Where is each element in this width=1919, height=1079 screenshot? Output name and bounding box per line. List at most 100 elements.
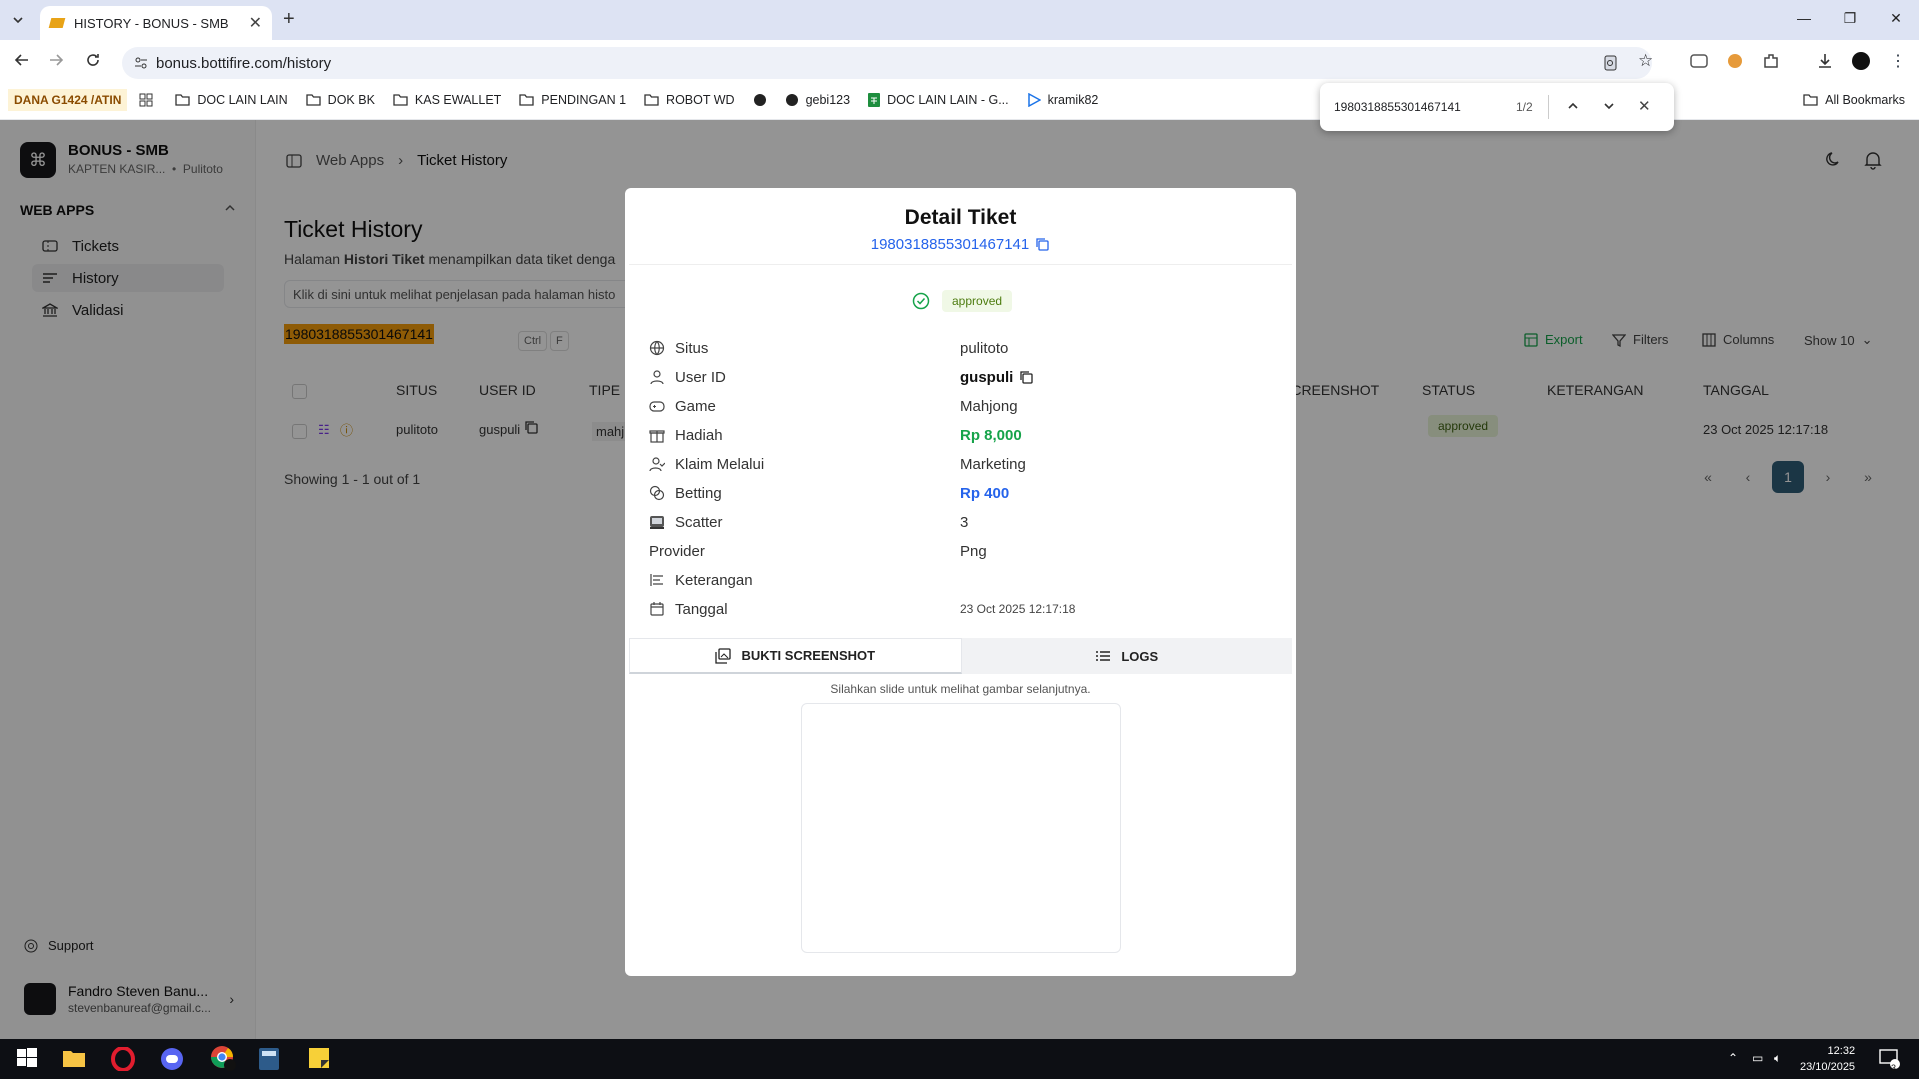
modal-header: Detail Tiket 1980318855301467141 [625, 206, 1296, 253]
globe-icon [785, 93, 798, 106]
chrome-icon[interactable] [210, 1045, 236, 1071]
window-controls: — ❐ ✕ [1781, 10, 1919, 27]
field-user-id-label: User ID [649, 367, 726, 387]
bookmark-doc-lain-lain-g[interactable]: DOC LAIN LAIN - G... [868, 92, 1009, 107]
favicon-icon [48, 18, 66, 28]
find-count: 1/2 [1516, 100, 1533, 114]
list-icon [1096, 651, 1111, 661]
find-next-icon[interactable] [1602, 99, 1616, 113]
ticket-detail-modal: Detail Tiket 1980318855301467141 approve… [625, 188, 1296, 976]
field-tanggal-value: 23 Oct 2025 12:17:18 [960, 602, 1076, 616]
site-info-icon[interactable] [134, 56, 148, 70]
minimize-icon[interactable]: — [1781, 10, 1827, 27]
tab-logs[interactable]: LOGS [962, 638, 1293, 674]
slot-machine-icon [650, 516, 664, 529]
field-situs-value: pulitoto [960, 339, 1009, 357]
window-close-icon[interactable]: ✕ [1873, 10, 1919, 27]
tab-search-icon[interactable] [10, 12, 26, 28]
bookmark-tag[interactable]: DANA G1424 /ATIN [8, 88, 128, 111]
screenshot-carousel[interactable] [801, 703, 1121, 953]
bookmark-kramik82[interactable]: kramik82 [1027, 92, 1098, 107]
status-row: approved [912, 290, 1013, 312]
discord-icon[interactable] [160, 1047, 184, 1071]
notification-icon[interactable] [1878, 1047, 1900, 1069]
extension-cookie-icon[interactable] [1726, 52, 1744, 70]
file-explorer-icon[interactable] [62, 1047, 86, 1069]
tray-up-icon[interactable]: ⌃ [1728, 1051, 1738, 1065]
gift-icon [649, 430, 665, 443]
opera-icon[interactable] [111, 1047, 135, 1071]
copy-id-icon[interactable] [1035, 237, 1050, 252]
folder-icon [644, 94, 659, 106]
extension-icon[interactable] [1690, 52, 1708, 70]
address-bar[interactable]: bonus.bottifire.com/history ☆ [122, 47, 1653, 79]
new-tab-icon[interactable]: + [283, 8, 295, 31]
star-icon[interactable]: ☆ [1638, 51, 1653, 71]
field-hadiah-value: Rp 8,000 [960, 426, 1022, 444]
forward-icon[interactable] [48, 52, 64, 68]
field-hadiah-label: Hadiah [649, 425, 723, 445]
field-user-id-value: guspuli [960, 367, 1034, 387]
folder-icon [393, 94, 408, 106]
bookmark-gebi123[interactable]: gebi123 [785, 93, 850, 107]
volume-icon[interactable]: 🔈︎ [1774, 1051, 1781, 1066]
tab-bukti-screenshot[interactable]: BUKTI SCREENSHOT [629, 638, 962, 674]
bookmark-robot-wd[interactable]: ROBOT WD [644, 93, 735, 107]
download-icon[interactable] [1816, 52, 1834, 70]
find-close-icon[interactable]: ✕ [1638, 97, 1651, 115]
slide-hint: Silahkan slide untuk melihat gambar sela… [830, 682, 1091, 696]
field-provider-value: Png [960, 542, 987, 560]
find-input[interactable]: 1980318855301467141 [1334, 100, 1461, 114]
notification-count: 3 [1891, 1063, 1897, 1073]
bookmark-pendingan-1[interactable]: PENDINGAN 1 [519, 93, 626, 107]
page-find-icon[interactable] [1602, 54, 1620, 72]
back-icon[interactable] [14, 52, 30, 68]
copy-icon[interactable] [1019, 370, 1034, 385]
bookmark-dok-bk[interactable]: DOK BK [306, 93, 375, 107]
user-icon [650, 370, 664, 385]
globe-icon [753, 93, 766, 106]
apps-grid-icon[interactable] [139, 93, 153, 107]
restore-icon[interactable]: ❐ [1827, 10, 1873, 27]
field-game-label: Game [649, 396, 716, 416]
calculator-icon[interactable] [258, 1047, 280, 1071]
extensions-puzzle-icon[interactable] [1762, 52, 1780, 70]
windows-start-icon[interactable] [16, 1047, 38, 1069]
calendar-icon [650, 602, 664, 616]
images-icon [715, 647, 732, 664]
folder-icon [519, 94, 534, 106]
all-bookmarks[interactable]: All Bookmarks [1803, 93, 1905, 107]
check-circle-icon [912, 292, 930, 310]
field-scatter-label: Scatter [649, 512, 723, 532]
bookmark-globe[interactable] [753, 93, 767, 107]
field-betting-label: Betting [649, 483, 722, 503]
menu-icon[interactable]: ⋮ [1890, 51, 1906, 71]
field-klaim-value: Marketing [960, 455, 1026, 473]
gamepad-icon [649, 401, 665, 412]
tab-title: HISTORY - BONUS - SMB [74, 15, 229, 31]
bookmark-kas-ewallet[interactable]: KAS EWALLET [393, 93, 501, 107]
taskbar: ⌃ ▭ 🔈︎ 12:32 23/10/2025 3 [0, 1039, 1919, 1079]
tab-close-icon[interactable]: ✕ [249, 13, 262, 33]
find-divider [1548, 95, 1549, 119]
field-provider-label: Provider [649, 542, 705, 560]
status-badge: approved [942, 290, 1013, 312]
field-tanggal-label: Tanggal [649, 599, 728, 619]
reload-icon[interactable] [85, 52, 101, 68]
sticky-notes-icon[interactable] [308, 1047, 330, 1069]
field-situs-label: Situs [649, 338, 708, 358]
clock[interactable]: 12:32 23/10/2025 [1800, 1043, 1855, 1075]
text-align-icon [650, 574, 663, 586]
browser-tab[interactable]: HISTORY - BONUS - SMB ✕ [40, 6, 272, 40]
url-text: bonus.bottifire.com/history [156, 54, 332, 72]
network-icon[interactable]: ▭ [1752, 1051, 1763, 1065]
bookmark-doc-lain-lain[interactable]: DOC LAIN LAIN [175, 93, 288, 107]
find-prev-icon[interactable] [1566, 99, 1580, 113]
play-icon [1027, 92, 1041, 107]
field-klaim-label: Klaim Melalui [649, 454, 764, 474]
folder-icon [1803, 94, 1818, 106]
profile-avatar[interactable] [1852, 52, 1870, 70]
field-game-value: Mahjong [960, 397, 1018, 415]
modal-title: Detail Tiket [904, 206, 1017, 229]
field-scatter-value: 3 [960, 513, 969, 531]
